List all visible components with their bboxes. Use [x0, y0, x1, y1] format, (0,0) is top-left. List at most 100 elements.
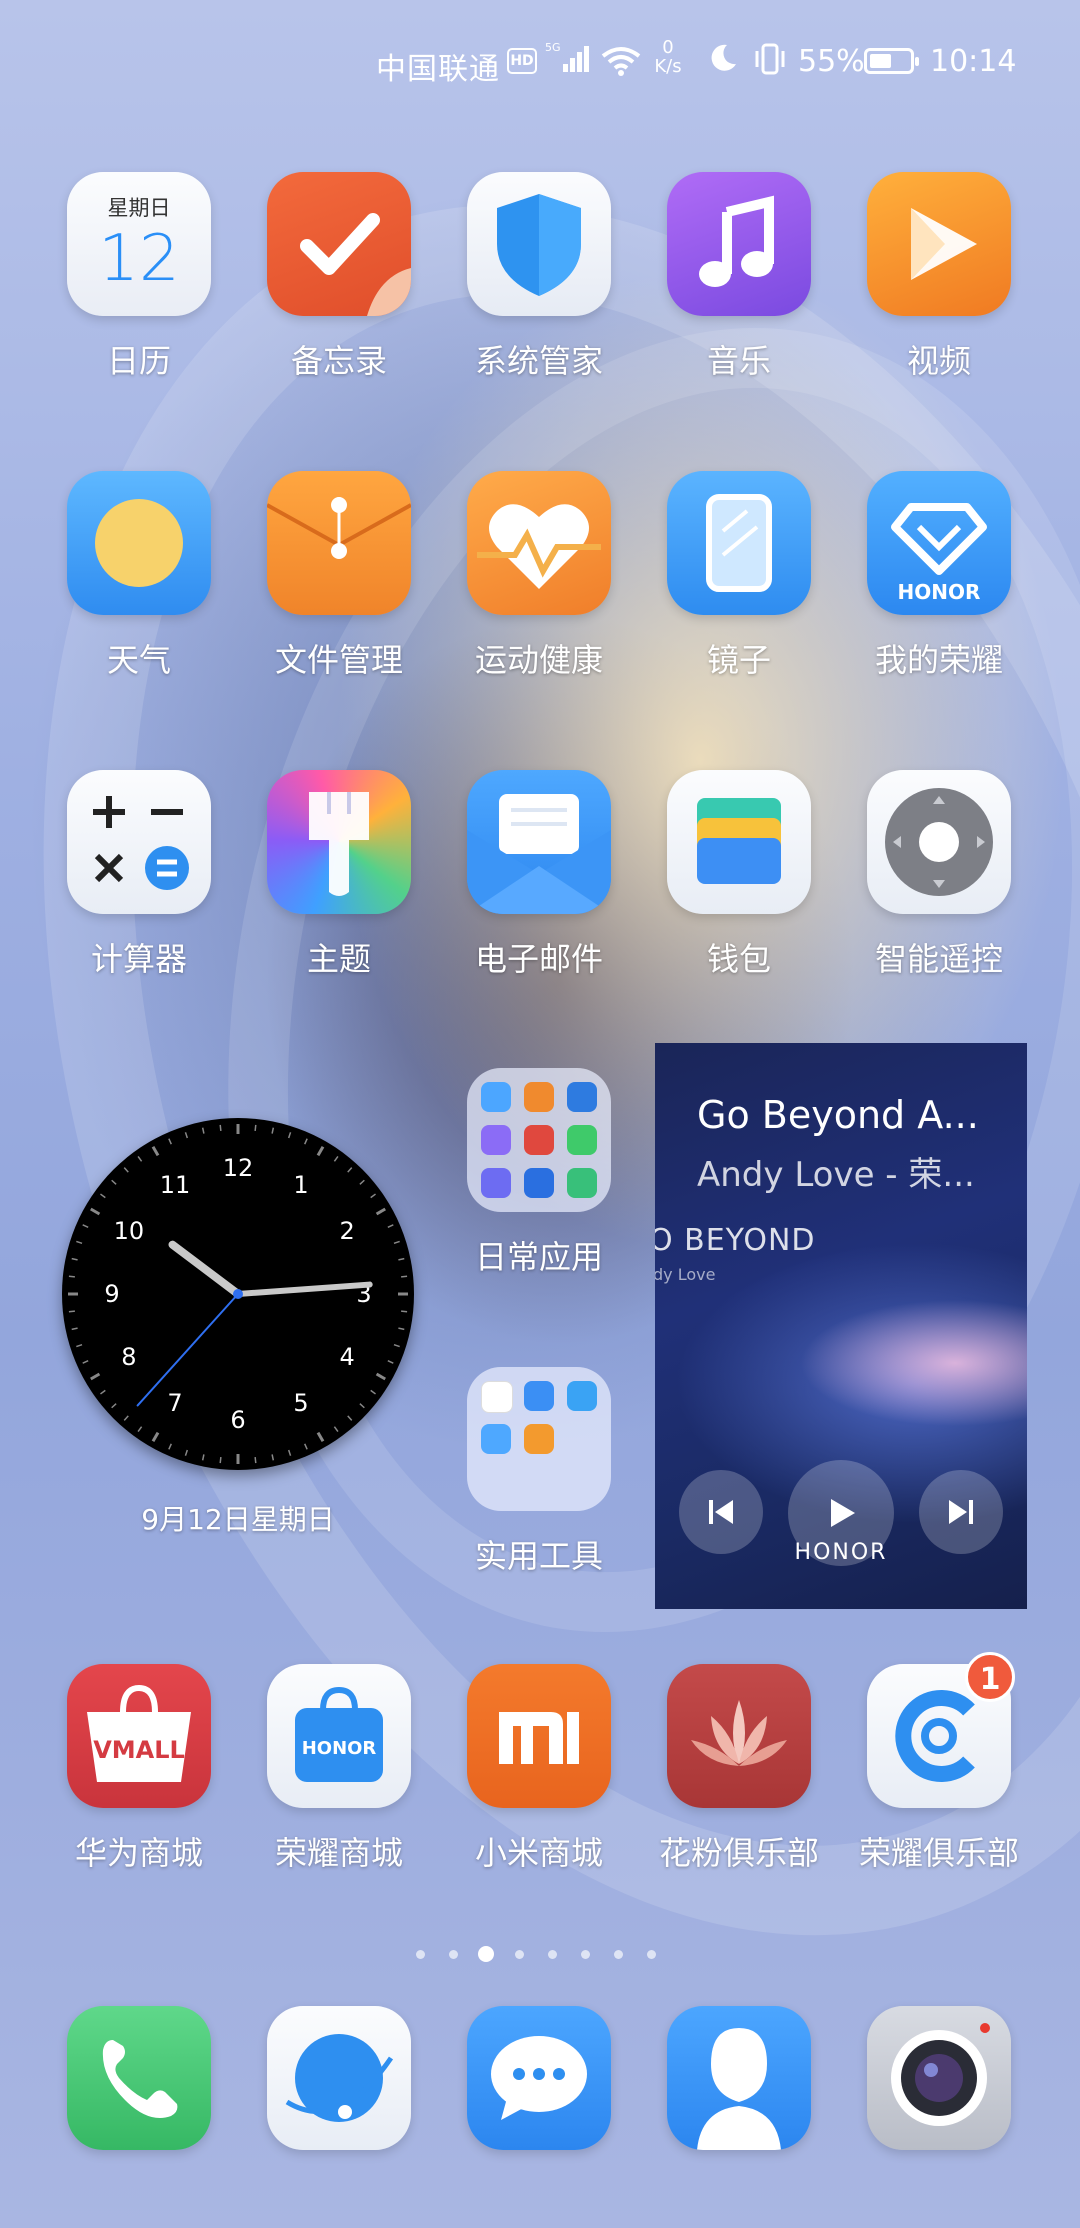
do-not-disturb-icon: [711, 44, 736, 71]
wifi-icon: [601, 47, 641, 76]
mini-app-icon: [567, 1168, 597, 1198]
calculator-icon: [67, 770, 211, 914]
mini-app-icon: [524, 1424, 554, 1454]
diamond-icon: HONOR: [867, 471, 1011, 615]
app-weather[interactable]: 天气: [39, 471, 239, 681]
app-wallet[interactable]: 钱包: [639, 770, 839, 980]
clock-tick: [375, 1207, 386, 1216]
clock-tick: [401, 1310, 408, 1313]
album-cover-title: O BEYOND: [655, 1223, 816, 1258]
folder-daily-apps[interactable]: 日常应用: [439, 1068, 639, 1278]
mini-app-icon: [481, 1381, 513, 1413]
app-vmall[interactable]: VMALL 华为商城: [39, 1664, 239, 1874]
clock-tick: [82, 1360, 89, 1364]
clock-tick: [219, 1124, 222, 1131]
app-system-manager[interactable]: 系统管家: [439, 172, 639, 382]
app-label: 文件管理: [274, 641, 403, 679]
dock-camera[interactable]: [839, 2006, 1039, 2156]
clock-tick: [398, 1327, 405, 1331]
app-label: 荣耀商城: [274, 1834, 403, 1872]
app-video[interactable]: 视频: [839, 172, 1039, 382]
app-mirror[interactable]: 镜子: [639, 471, 839, 681]
page-dot[interactable]: [646, 1950, 656, 1959]
app-calendar[interactable]: 星期日 12 日历: [39, 172, 239, 382]
status-bar: 中国联通 HD 5G 0 K/s 55% 10:14: [0, 34, 1080, 94]
clock-number: 11: [160, 1171, 191, 1199]
app-files[interactable]: 文件管理: [239, 471, 439, 681]
dock-messages[interactable]: [439, 2006, 639, 2156]
app-email[interactable]: 电子邮件: [439, 770, 639, 980]
wallet-icon: [667, 770, 811, 914]
app-mi-store[interactable]: 小米商城: [439, 1664, 639, 1874]
app-honor-club[interactable]: 1 荣耀俱乐部: [839, 1652, 1039, 1874]
status-time: 10:14: [930, 44, 1017, 79]
clock-tick: [137, 1156, 143, 1162]
clock-tick: [168, 1138, 172, 1145]
app-label: 计算器: [90, 940, 187, 978]
clock-tick: [82, 1224, 89, 1228]
page-dot[interactable]: [547, 1950, 557, 1959]
app-label: 我的荣耀: [874, 641, 1003, 679]
dock-contacts[interactable]: [639, 2006, 839, 2156]
mi-logo-icon: [467, 1664, 611, 1808]
app-memo[interactable]: 备忘录: [239, 172, 439, 382]
clock-tick: [151, 1431, 160, 1442]
remote-icon: [867, 770, 1011, 914]
envelope-folder-icon: [267, 471, 411, 615]
app-my-honor[interactable]: HONOR 我的荣耀: [839, 471, 1039, 681]
app-label: 小米商城: [474, 1834, 603, 1872]
app-label: 钱包: [706, 940, 771, 978]
app-music[interactable]: 音乐: [639, 172, 839, 382]
clock-tick: [184, 1132, 189, 1139]
music-widget[interactable]: Go Beyond A... Andy Love - 荣... O BEYOND…: [655, 1043, 1027, 1609]
app-huafen-club[interactable]: 花粉俱乐部: [639, 1664, 839, 1874]
song-artist: Andy Love - 荣...: [697, 1155, 975, 1195]
play-icon: [867, 172, 1011, 316]
clock-tick: [287, 1449, 292, 1456]
page-dot[interactable]: [514, 1950, 524, 1959]
memo-icon: [267, 172, 411, 316]
dock-browser[interactable]: [239, 2006, 439, 2156]
clock-tick: [304, 1443, 308, 1450]
clock-tick: [287, 1132, 292, 1139]
page-dot[interactable]: [580, 1950, 590, 1959]
signal-icon: 5G: [545, 41, 589, 72]
mini-app-icon: [481, 1125, 511, 1155]
dock-phone[interactable]: [39, 2006, 239, 2156]
contact-person-icon: [667, 2006, 811, 2150]
clock-tick: [219, 1457, 222, 1464]
battery-percent: 55%: [798, 44, 865, 79]
page-dot[interactable]: [448, 1950, 458, 1959]
heart-icon: [467, 471, 611, 615]
clock-number: 10: [114, 1217, 145, 1245]
flower-icon: [667, 1664, 811, 1808]
clock-tick: [100, 1389, 106, 1395]
app-honor-store[interactable]: HONOR 荣耀商城: [239, 1664, 439, 1874]
app-remote[interactable]: 智能遥控: [839, 770, 1039, 980]
clock-tick: [359, 1403, 365, 1409]
clock-tick: [90, 1372, 101, 1381]
album-cover-subtitle: dy Love: [655, 1265, 716, 1284]
folder-tools[interactable]: 实用工具: [439, 1367, 639, 1577]
page-dot[interactable]: [613, 1950, 623, 1959]
page-dot-active[interactable]: [478, 1946, 494, 1962]
app-label: 镜子: [706, 641, 771, 679]
browser-globe-icon: [267, 2006, 411, 2150]
clock-tick: [393, 1343, 400, 1348]
clock-widget[interactable]: 12 1 2 3 4 5 6 7 8 9 10 11 9月12日星期日: [62, 1118, 414, 1538]
page-indicator[interactable]: [0, 1945, 1080, 1965]
phone-icon: [67, 2006, 211, 2150]
clock-tick: [347, 1167, 353, 1173]
clock-number: 4: [339, 1343, 354, 1371]
app-label: 华为商城: [74, 1834, 203, 1872]
app-themes[interactable]: 主题: [239, 770, 439, 980]
clock-tick: [68, 1310, 75, 1313]
app-calculator[interactable]: 计算器: [39, 770, 239, 980]
clock-tick: [168, 1443, 172, 1450]
folder-label: 实用工具: [474, 1537, 603, 1575]
clock-date: 9月12日星期日: [141, 1503, 335, 1536]
mini-app-icon: [524, 1168, 554, 1198]
app-health[interactable]: 运动健康: [439, 471, 639, 681]
clock-tick: [71, 1257, 78, 1261]
page-dot[interactable]: [415, 1950, 425, 1959]
